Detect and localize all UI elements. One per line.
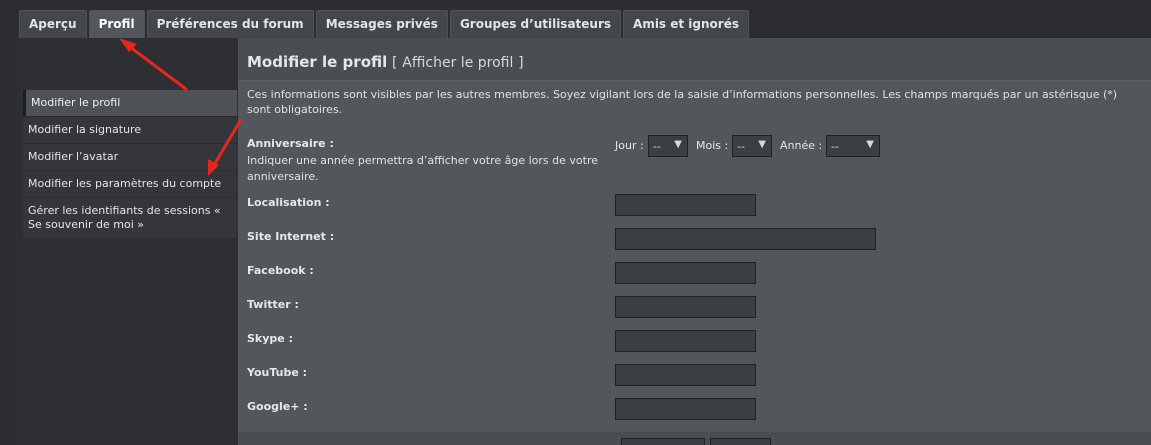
birthday-hint: Indiquer une année permettra d’afficher … [247,154,598,183]
facebook-field[interactable] [615,262,756,284]
submit-button[interactable] [621,438,705,445]
profile-menu: Modifier le profil Modifier la signature… [23,90,237,239]
location-label: Localisation : [247,196,330,209]
tab-friends-foes[interactable]: Amis et ignorés [623,10,749,38]
googleplus-field[interactable] [615,398,756,420]
tab-bar: Aperçu Profil Préférences du forum Messa… [19,10,751,40]
page-title: Modifier le profil [ Afficher le profil … [247,53,524,71]
location-field[interactable] [615,194,756,216]
tab-apercu[interactable]: Aperçu [19,10,87,38]
tab-profil[interactable]: Profil [88,10,145,40]
website-label: Site Internet : [247,230,335,243]
caret-down-icon: ▼ [758,139,766,150]
month-select-value: -- [737,140,745,153]
month-select[interactable]: -- ▼ [732,135,772,157]
skype-label: Skype : [247,332,293,345]
year-label: Année : [780,139,823,152]
googleplus-label: Google+ : [247,400,308,413]
youtube-field[interactable] [615,364,756,386]
menu-item-account-settings[interactable]: Modifier les paramètres du compte [23,171,237,198]
reset-button[interactable] [710,438,771,445]
intro-text: Ces informations sont visibles par les a… [247,88,1118,116]
birthday-label: Anniversaire : [247,137,334,150]
tab-private-messages[interactable]: Messages privés [315,10,448,38]
skype-field[interactable] [615,330,756,352]
tab-user-groups[interactable]: Groupes d’utilisateurs [449,10,622,38]
twitter-field[interactable] [615,296,756,318]
tab-forum-preferences[interactable]: Préférences du forum [146,10,314,38]
website-field[interactable] [615,228,876,250]
month-label: Mois : [696,139,729,152]
caret-down-icon: ▼ [866,139,874,150]
year-select-value: -- [831,140,839,153]
day-select[interactable]: -- ▼ [648,135,688,157]
bracket-open: [ [392,55,398,71]
menu-item-edit-avatar[interactable]: Modifier l’avatar [23,144,237,171]
bracket-close: ] [518,55,524,71]
page-title-text: Modifier le profil [247,53,388,71]
facebook-label: Facebook : [247,264,314,277]
menu-item-edit-profile[interactable]: Modifier le profil [23,90,237,117]
youtube-label: YouTube : [247,366,308,379]
day-label: Jour : [615,139,644,152]
day-select-value: -- [653,140,661,153]
menu-item-edit-signature[interactable]: Modifier la signature [23,117,237,144]
menu-item-remember-me-sessions[interactable]: Gérer les identifiants de sessions « Se … [23,198,237,239]
year-select[interactable]: -- ▼ [826,135,880,157]
caret-down-icon: ▼ [674,139,682,150]
view-profile-link[interactable]: Afficher le profil [402,55,513,71]
twitter-label: Twitter : [247,298,299,311]
